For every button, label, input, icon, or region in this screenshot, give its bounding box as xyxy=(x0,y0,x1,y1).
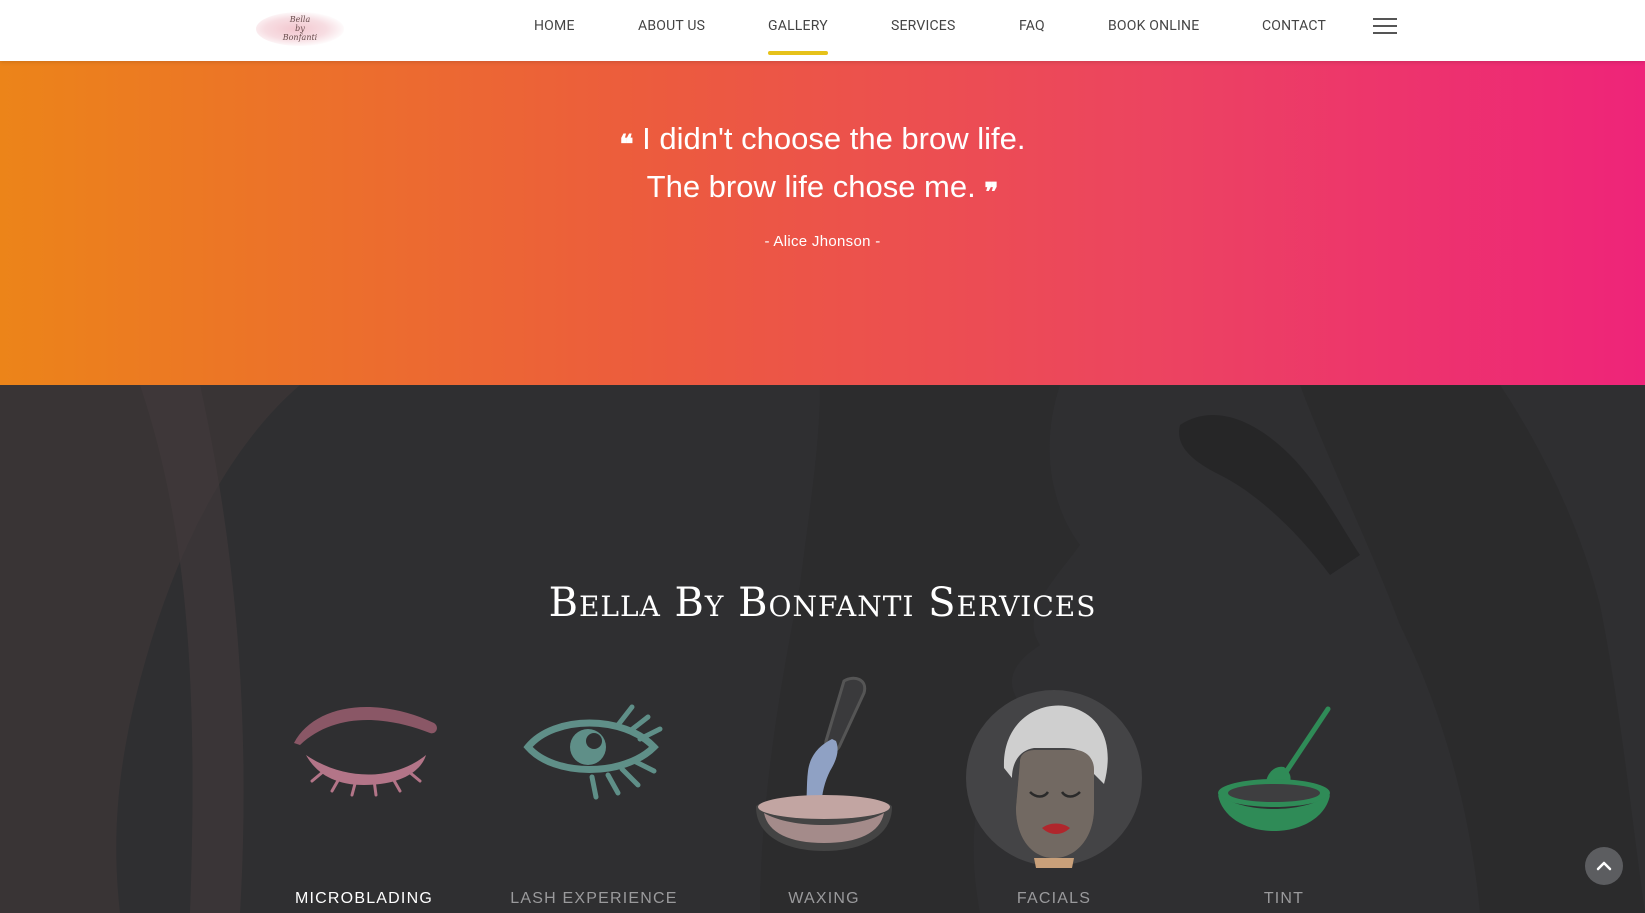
quote-text-2: The brow life chose me. xyxy=(646,169,976,204)
nav-item-services[interactable]: SERVICES xyxy=(891,18,955,34)
nav-item-book-online[interactable]: BOOK ONLINE xyxy=(1108,18,1199,34)
hamburger-icon[interactable] xyxy=(1373,16,1397,36)
quote-line-1: ❝ I didn't choose the brow life. xyxy=(0,121,1645,160)
service-facials[interactable] xyxy=(954,688,1154,868)
quote-line-2: The brow life chose me. ❞ xyxy=(0,169,1645,208)
service-label-tint[interactable]: TINT xyxy=(1184,890,1384,908)
tint-bowl-icon xyxy=(1218,706,1331,831)
active-nav-indicator xyxy=(768,51,828,55)
nav-item-gallery[interactable]: GALLERY xyxy=(768,18,828,34)
quote-banner: ❝ I didn't choose the brow life. The bro… xyxy=(0,61,1645,385)
quote-author: - Alice Jhonson - xyxy=(764,233,881,250)
service-lash-experience[interactable] xyxy=(494,685,694,805)
service-label-waxing[interactable]: WAXING xyxy=(724,890,924,908)
quote-text-1: I didn't choose the brow life. xyxy=(642,121,1026,156)
nav-item-contact[interactable]: CONTACT xyxy=(1262,18,1326,34)
close-quote-icon: ❞ xyxy=(984,178,999,208)
service-microblading[interactable] xyxy=(264,685,464,805)
service-tint[interactable] xyxy=(1184,705,1384,835)
scroll-to-top-button[interactable] xyxy=(1585,847,1623,885)
wax-pot-icon xyxy=(756,676,892,851)
facial-mask-icon xyxy=(966,690,1142,868)
service-label-lash-experience[interactable]: LASH EXPERIENCE xyxy=(494,890,694,908)
nav-item-home[interactable]: HOME xyxy=(534,18,575,34)
nav-item-about-us[interactable]: ABOUT US xyxy=(638,18,705,34)
service-waxing[interactable] xyxy=(724,675,924,855)
services-section: Bella By Bonfanti Services xyxy=(0,385,1645,913)
open-quote-icon: ❝ xyxy=(619,130,634,160)
chevron-up-icon xyxy=(1596,861,1612,871)
eye-icon xyxy=(523,704,663,800)
top-navigation: Bella by Bonfanti HOME ABOUT US GALLERY … xyxy=(0,0,1645,61)
service-label-facials[interactable]: FACIALS xyxy=(954,890,1154,908)
nav-item-faq[interactable]: FAQ xyxy=(1019,18,1045,34)
eyebrow-icon xyxy=(294,706,437,797)
service-label-microblading[interactable]: MICROBLADING xyxy=(264,890,464,908)
services-title: Bella By Bonfanti Services xyxy=(548,580,1097,626)
